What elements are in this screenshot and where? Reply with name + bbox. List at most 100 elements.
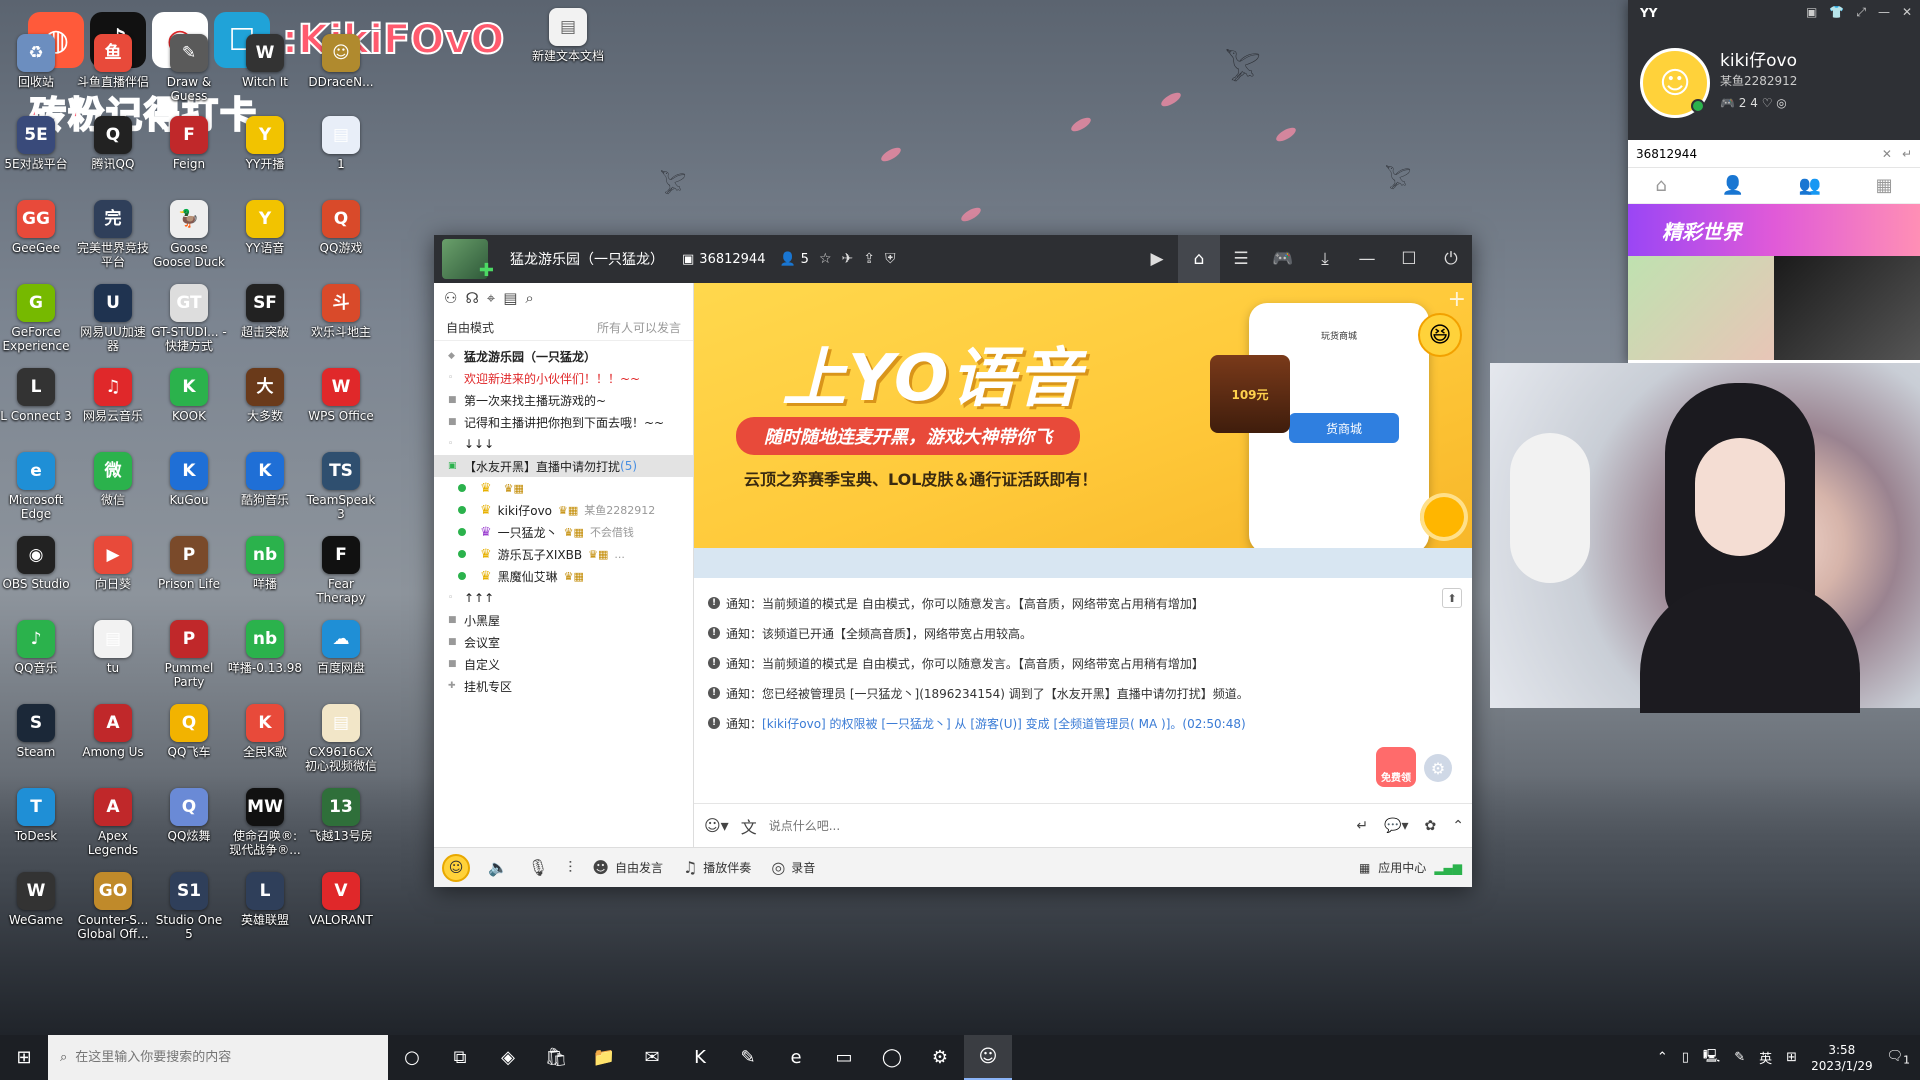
- taskbar-search-input[interactable]: [75, 1050, 306, 1065]
- close-icon[interactable]: ✕: [1902, 5, 1912, 20]
- pen-icon[interactable]: ✎: [1734, 1050, 1745, 1065]
- app-center-button[interactable]: 应用中心: [1378, 859, 1426, 876]
- channel-selected[interactable]: ▣ 【水友开黑】直播中请勿打扰 (5): [434, 455, 693, 477]
- power-button[interactable]: ⏻: [1430, 235, 1472, 283]
- free-speak-button[interactable]: ☻ 自由发言: [592, 858, 663, 877]
- desktop-icon[interactable]: Q QQ游戏: [303, 200, 379, 255]
- network-icon[interactable]: 🖳: [1703, 1047, 1720, 1069]
- maximize-button[interactable]: ☐: [1388, 235, 1430, 283]
- channel-search-input[interactable]: [1636, 146, 1876, 161]
- desktop-icon[interactable]: A Apex Legends: [75, 788, 151, 857]
- restore-icon[interactable]: ▣: [1806, 5, 1817, 20]
- desktop-icon[interactable]: ♻ 回收站: [0, 34, 74, 89]
- desktop-icon[interactable]: GT GT-STUDI... - 快捷方式: [151, 284, 227, 353]
- desktop-icon[interactable]: W Witch It: [227, 34, 303, 89]
- desktop-icon[interactable]: ♪ QQ音乐: [0, 620, 74, 675]
- chat-input[interactable]: [768, 818, 1349, 833]
- shield-icon[interactable]: ⛨: [885, 251, 896, 267]
- desktop-icon[interactable]: K 酷狗音乐: [227, 452, 303, 507]
- enter-icon[interactable]: ↵: [1902, 147, 1912, 161]
- plus-icon[interactable]: +: [1448, 287, 1466, 312]
- members-icon[interactable]: ⚇: [444, 289, 457, 307]
- chevron-up-icon[interactable]: ⌃: [1452, 818, 1464, 834]
- list-button[interactable]: ☰: [1220, 235, 1262, 283]
- mixer-button[interactable]: ⫶: [568, 858, 572, 878]
- user-row[interactable]: ♛ 黑魔仙艾琳 ♛▦: [434, 565, 693, 587]
- record-button[interactable]: ◎ 录音: [771, 858, 815, 877]
- desktop-icon[interactable]: V VALORANT: [303, 872, 379, 927]
- user-row[interactable]: ♛ 游乐瓦子XIXBB ♛▦ ...: [434, 543, 693, 565]
- taskbar-app-explorer[interactable]: 📁: [580, 1035, 628, 1080]
- minimize-button[interactable]: —: [1346, 235, 1388, 283]
- desktop-icon[interactable]: G GeForce Experience: [0, 284, 74, 353]
- desktop-icon[interactable]: 🦆 Goose Goose Duck: [151, 200, 227, 269]
- desktop-icon[interactable]: nb 咩播-0.13.98: [227, 620, 303, 675]
- channel-reminder[interactable]: ■ 记得和主播讲把你抱到下面去哦！~~: [434, 411, 693, 433]
- desktop-icon[interactable]: L 英雄联盟: [227, 872, 303, 927]
- desktop-icon[interactable]: S Steam: [0, 704, 74, 759]
- play-music-button[interactable]: ♫ 播放伴奏: [683, 858, 751, 877]
- windows-start-button[interactable]: ⊞: [0, 1035, 48, 1080]
- desktop-icon[interactable]: GO Counter-S... Global Off...: [75, 872, 151, 941]
- home-icon[interactable]: ⌂: [1655, 175, 1666, 196]
- channel-welcome[interactable]: ◦ 欢迎新进来的小伙伴们！！！~~: [434, 367, 693, 389]
- desktop-icon[interactable]: 完完美世界竞技平台: [75, 200, 151, 269]
- mic-button[interactable]: 🎙: [528, 858, 548, 877]
- desktop-icon[interactable]: ✎ Draw & Guess: [151, 34, 227, 103]
- desktop-icon[interactable]: 斗欢乐斗地主: [303, 284, 379, 339]
- subchannel-custom[interactable]: ■ 自定义: [434, 653, 693, 675]
- chevron-up-icon[interactable]: ⌃: [1657, 1050, 1668, 1065]
- taskbar-app-steam[interactable]: ⚙: [916, 1035, 964, 1080]
- desktop-icon[interactable]: Q 腾讯QQ: [75, 116, 151, 171]
- stream-thumbnail[interactable]: [1628, 256, 1774, 360]
- favorite-star-icon[interactable]: ☆: [819, 251, 832, 267]
- desktop-icon[interactable]: SF 超击突破: [227, 284, 303, 339]
- group-icon[interactable]: 👥: [1799, 175, 1821, 196]
- emoji-picker-icon[interactable]: ☺▾: [704, 816, 729, 835]
- taskbar-app-notes[interactable]: ✎: [724, 1035, 772, 1080]
- desktop-icon[interactable]: Q QQ飞车: [151, 704, 227, 759]
- desktop-icon[interactable]: ▤ tu: [75, 620, 151, 675]
- desktop-icon[interactable]: 13 飞越13号房: [303, 788, 379, 843]
- usb-icon[interactable]: ▯: [1682, 1050, 1689, 1065]
- subchannel-dark-room[interactable]: ■ 小黑屋: [434, 609, 693, 631]
- clear-icon[interactable]: ✕: [1882, 147, 1892, 161]
- airplane-icon[interactable]: ✈: [842, 251, 854, 267]
- channel-first-time[interactable]: ■ 第一次来找主播玩游戏的~: [434, 389, 693, 411]
- desktop-icon[interactable]: Y YY语音: [227, 200, 303, 255]
- desktop-icon[interactable]: 微微信: [75, 452, 151, 507]
- desktop-icon[interactable]: W WeGame: [0, 872, 74, 927]
- desktop-icon[interactable]: e Microsoft Edge: [0, 452, 74, 521]
- taskbar-app-mail[interactable]: ✉: [628, 1035, 676, 1080]
- desktop-icon[interactable]: S1 Studio One 5: [151, 872, 227, 941]
- desktop-icon[interactable]: MW 使命召唤®: 现代战争®...: [227, 788, 303, 857]
- channel-avatar[interactable]: ✚: [442, 239, 494, 281]
- stream-thumbnail[interactable]: [1774, 256, 1920, 360]
- translate-icon[interactable]: 文: [741, 814, 757, 838]
- grid-icon[interactable]: ▦: [1359, 861, 1370, 875]
- desktop-icon[interactable]: ◉ OBS Studio: [0, 536, 74, 591]
- desktop-icon[interactable]: K 全民K歌: [227, 704, 303, 759]
- desktop-icon[interactable]: ▤ 1: [303, 116, 379, 171]
- search-icon[interactable]: ⌕: [525, 289, 533, 307]
- promo-banner[interactable]: 上YO语音 随时随地连麦开黑，游戏大神带你飞 云顶之弈赛季宝典、LOL皮肤＆通行…: [694, 283, 1472, 548]
- flower-gift-icon[interactable]: ✿: [1425, 818, 1437, 834]
- desktop-icon[interactable]: 大大多数: [227, 368, 303, 423]
- desktop-icon[interactable]: T ToDesk: [0, 788, 74, 843]
- desktop-icon[interactable]: GG GeeGee: [0, 200, 74, 255]
- subchannel-afk[interactable]: ✚ 挂机专区: [434, 675, 693, 697]
- skin-icon[interactable]: 👕: [1829, 5, 1844, 20]
- user-row[interactable]: ♛ 一只猛龙丶 ♛▦ 不会借钱: [434, 521, 693, 543]
- desktop-icon[interactable]: P Pummel Party: [151, 620, 227, 689]
- share-icon[interactable]: ⇪: [863, 251, 875, 267]
- desktop-icon[interactable]: ▤ CX9616CX 初心视频微信: [303, 704, 379, 773]
- desktop-icon[interactable]: K KOOK: [151, 368, 227, 423]
- taskbar-app-remote[interactable]: ◈: [484, 1035, 532, 1080]
- gamepad-button[interactable]: 🎮: [1262, 235, 1304, 283]
- channel-arrows-up[interactable]: ◦ ↑↑↑: [434, 587, 693, 609]
- clock[interactable]: 3:58 2023/1/29: [1811, 1042, 1873, 1074]
- desktop-icon[interactable]: Y YY开播: [227, 116, 303, 171]
- desktop-icon[interactable]: 鱼斗鱼直播伴侣: [75, 34, 151, 89]
- home-button[interactable]: ⌂: [1178, 235, 1220, 283]
- channel-arrows-down[interactable]: ◦ ↓↓↓: [434, 433, 693, 455]
